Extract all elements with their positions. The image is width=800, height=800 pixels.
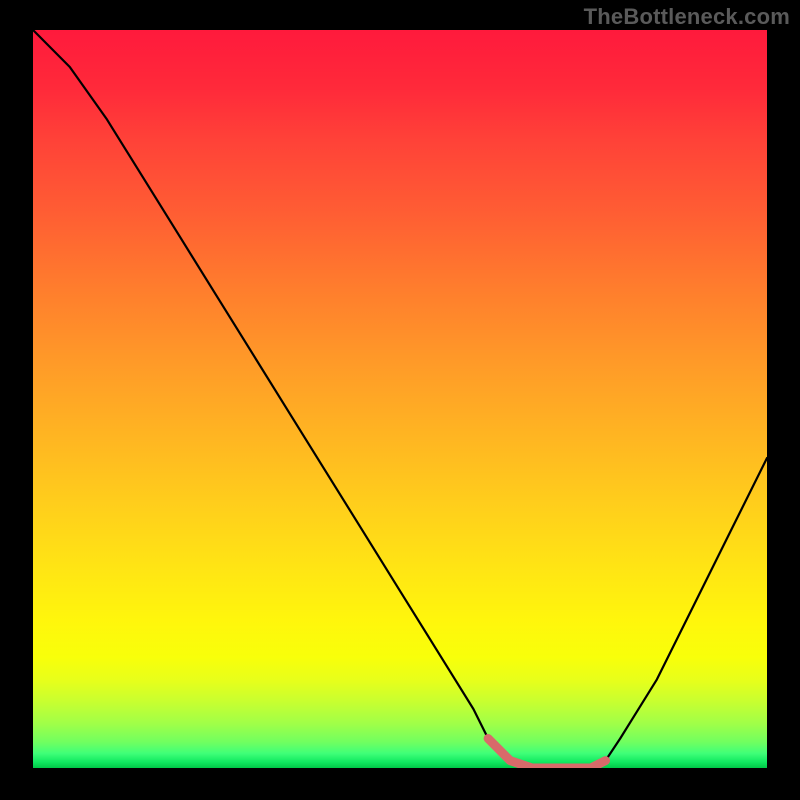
gradient-background xyxy=(33,30,767,768)
watermark-text: TheBottleneck.com xyxy=(584,4,790,30)
chart-container: TheBottleneck.com xyxy=(0,0,800,800)
plot-area xyxy=(33,30,767,768)
